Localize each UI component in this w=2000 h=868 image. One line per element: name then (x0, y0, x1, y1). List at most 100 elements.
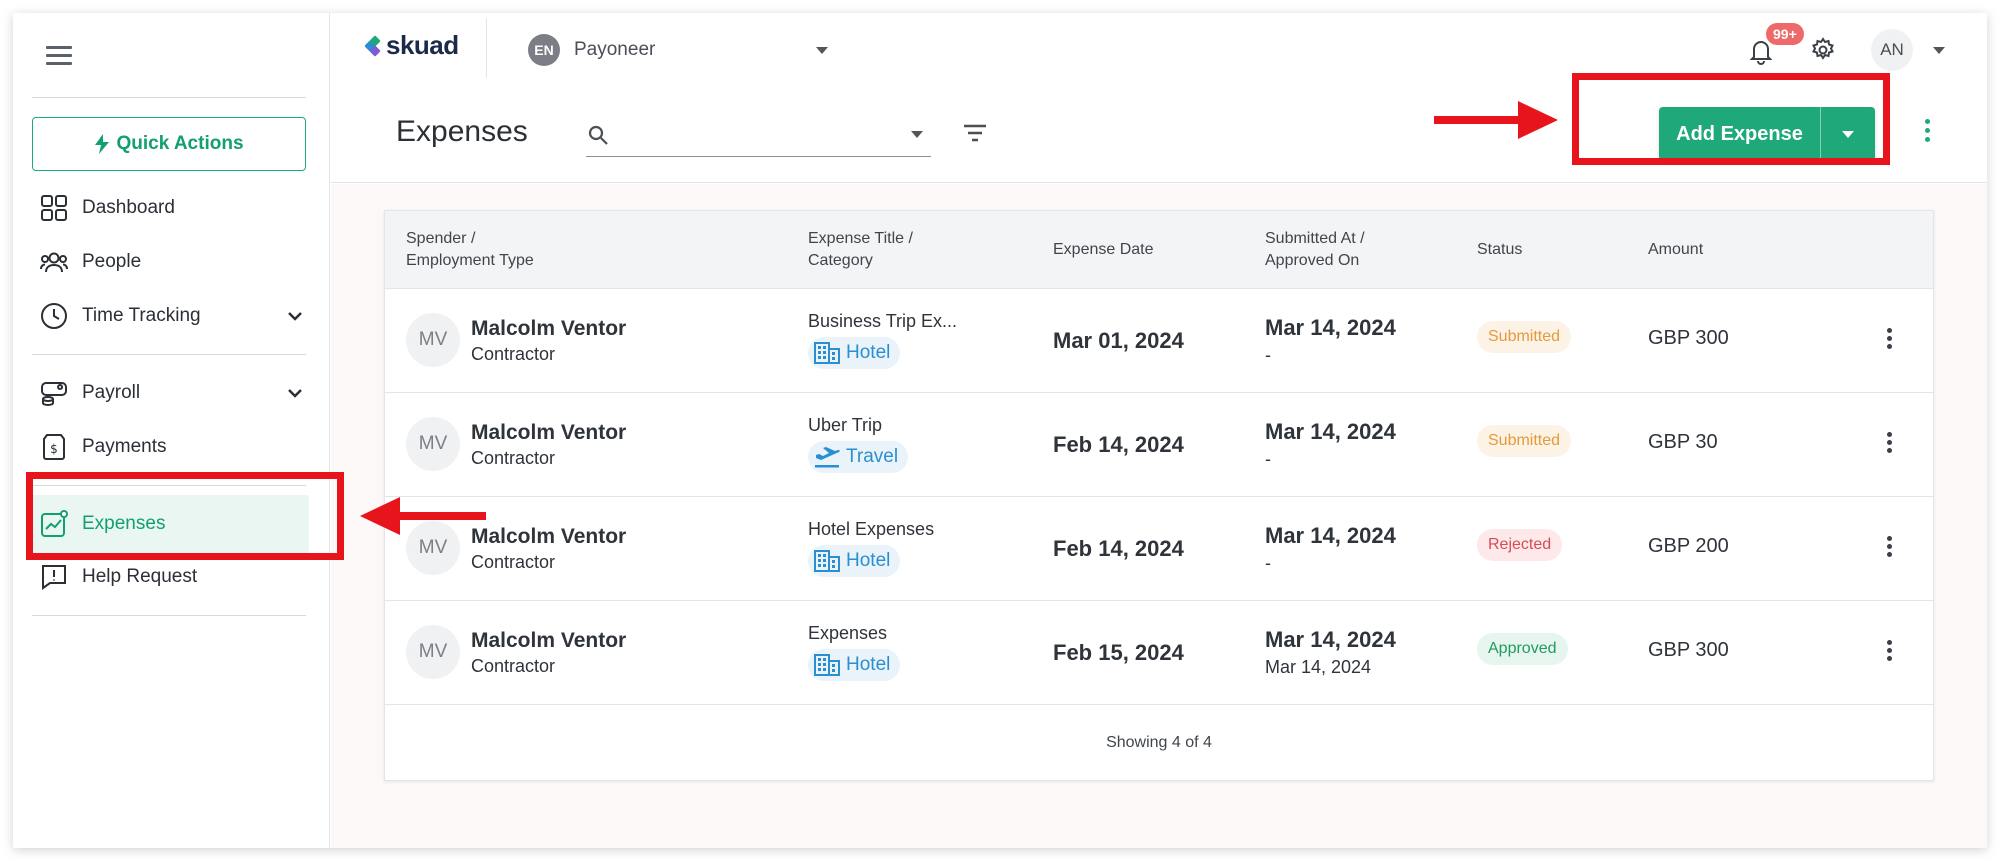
search-icon (588, 125, 608, 145)
spender-name: Malcolm Ventor (471, 525, 627, 548)
organization-selector[interactable]: EN Payoneer (528, 34, 828, 66)
building-icon (814, 550, 840, 572)
submitted-at: Mar 14, 2024 (1265, 315, 1396, 340)
org-badge: EN (528, 34, 560, 66)
sidebar-item-help-request[interactable]: Help Request (40, 558, 310, 596)
expense-date: Feb 14, 2024 (1053, 536, 1184, 561)
avatar: MV (406, 417, 460, 471)
add-expense-button[interactable]: Add Expense (1659, 107, 1821, 161)
sidebar-divider (32, 485, 306, 486)
hamburger-icon[interactable] (46, 46, 72, 66)
avatar: MV (406, 521, 460, 575)
column-header-status: Status (1477, 241, 1523, 258)
sidebar-item-dashboard[interactable]: Dashboard (40, 189, 310, 227)
sidebar-item-payments[interactable]: $ Payments (40, 428, 310, 466)
gear-icon[interactable] (1810, 37, 1836, 63)
submitted-at: Mar 14, 2024 (1265, 523, 1396, 548)
category-chip: Hotel (808, 545, 901, 577)
table-row[interactable]: MV Malcolm Ventor Contractor Hotel Expen… (385, 496, 1933, 600)
expense-title: Hotel Expenses (808, 519, 935, 539)
submitted-at: Mar 14, 2024 (1265, 627, 1396, 652)
sidebar-divider (32, 615, 306, 616)
column-header-submitted: Submitted At / Approved On (1265, 228, 1365, 272)
header-line: Spender / (406, 230, 476, 247)
search-box[interactable] (586, 113, 931, 157)
expenses-table: Spender / Employment Type Expense Title … (384, 210, 1934, 781)
quick-actions-button[interactable]: Quick Actions (32, 117, 306, 171)
expenses-chart-icon (41, 510, 68, 537)
approved-on: - (1265, 449, 1271, 469)
category-label: Hotel (846, 550, 891, 571)
category-chip: Hotel (808, 649, 901, 681)
add-expense-split-button: Add Expense (1659, 107, 1875, 161)
expense-date: Feb 14, 2024 (1053, 432, 1184, 457)
table-row[interactable]: MV Malcolm Ventor Contractor Uber Trip T… (385, 392, 1933, 496)
sidebar-item-label: Expenses (82, 513, 166, 534)
row-menu-icon[interactable] (1884, 640, 1894, 664)
user-menu-caret-icon[interactable] (1933, 47, 1945, 54)
caret-down-icon (1842, 130, 1854, 138)
header-line: Approved On (1265, 252, 1360, 269)
filter-icon[interactable] (961, 119, 989, 147)
people-icon (40, 252, 68, 273)
grid-icon (41, 195, 67, 221)
avatar: MV (406, 625, 460, 679)
amount: GBP 200 (1648, 535, 1729, 557)
sidebar-divider (32, 354, 306, 355)
category-label: Hotel (846, 654, 891, 675)
search-input[interactable] (618, 124, 911, 145)
chevron-down-icon[interactable] (286, 384, 304, 402)
approved-on: - (1265, 345, 1271, 365)
sidebar-item-expenses[interactable]: Expenses (30, 495, 309, 553)
column-header-date: Expense Date (1053, 241, 1154, 258)
approved-on: Mar 14, 2024 (1265, 657, 1372, 677)
column-header-spender: Spender / Employment Type (406, 228, 534, 272)
page-title: Expenses (396, 115, 528, 148)
employment-type: Contractor (471, 552, 556, 572)
header-line: Expense Title / (808, 230, 913, 247)
header-line: Submitted At / (1265, 230, 1365, 247)
table-row[interactable]: MV Malcolm Ventor Contractor Expenses Ho… (385, 600, 1933, 704)
user-avatar[interactable]: AN (1871, 29, 1913, 71)
payments-icon: $ (43, 434, 65, 460)
row-menu-icon[interactable] (1884, 536, 1894, 560)
sidebar-item-time-tracking[interactable]: Time Tracking (40, 297, 310, 335)
row-menu-icon[interactable] (1884, 328, 1894, 352)
avatar: MV (406, 313, 460, 367)
app-window: Quick Actions Dashboard People Time Trac… (13, 13, 1987, 848)
status-badge: Submitted (1477, 321, 1572, 353)
search-caret-icon[interactable] (911, 131, 923, 138)
sidebar-item-people[interactable]: People (40, 243, 310, 281)
svg-text:$: $ (50, 442, 58, 456)
expense-title: Uber Trip (808, 415, 883, 435)
caret-down-icon (816, 47, 828, 54)
expense-date: Feb 15, 2024 (1053, 640, 1184, 665)
spender-name: Malcolm Ventor (471, 421, 627, 444)
expense-date: Mar 01, 2024 (1053, 328, 1184, 353)
header-line: Employment Type (406, 252, 534, 269)
more-options-icon[interactable] (1922, 119, 1932, 145)
lightning-icon (95, 134, 110, 154)
chevron-down-icon[interactable] (286, 307, 304, 325)
building-icon (814, 654, 840, 676)
sidebar-item-payroll[interactable]: Payroll (40, 374, 310, 412)
building-icon (814, 342, 840, 364)
amount: GBP 300 (1648, 327, 1729, 349)
spender-name: Malcolm Ventor (471, 629, 627, 652)
category-label: Hotel (846, 342, 891, 363)
sidebar-item-label: Dashboard (82, 197, 175, 218)
sidebar-item-label: Time Tracking (82, 305, 201, 326)
category-chip: Travel (808, 441, 909, 473)
amount: GBP 300 (1648, 639, 1729, 661)
add-expense-dropdown-button[interactable] (1821, 107, 1875, 161)
header-line: Category (808, 252, 873, 269)
status-badge: Rejected (1477, 529, 1563, 561)
skuad-logo[interactable]: skuad (364, 30, 459, 61)
quick-actions-label: Quick Actions (116, 133, 244, 154)
help-request-icon (42, 565, 66, 590)
row-menu-icon[interactable] (1884, 432, 1894, 456)
spender-name: Malcolm Ventor (471, 317, 627, 340)
table-row[interactable]: MV Malcolm Ventor Contractor Business Tr… (385, 288, 1933, 392)
submitted-at: Mar 14, 2024 (1265, 419, 1396, 444)
pagination-summary: Showing 4 of 4 (385, 704, 1933, 781)
